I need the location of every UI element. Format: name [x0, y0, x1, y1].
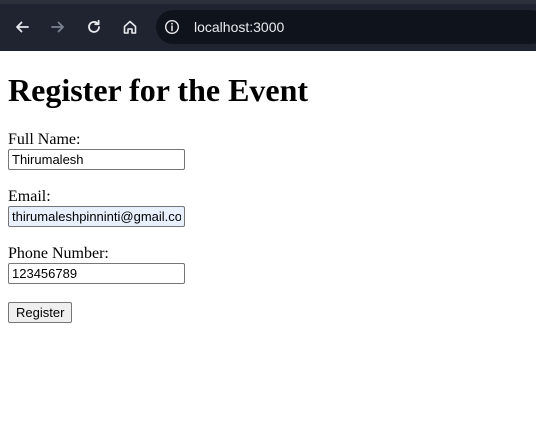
email-label: Email:	[8, 188, 51, 205]
forward-button[interactable]	[45, 14, 71, 40]
email-input[interactable]	[8, 206, 185, 227]
page-title: Register for the Event	[8, 72, 309, 108]
phone-label: Phone Number:	[8, 245, 109, 262]
arrow-right-icon	[51, 21, 64, 33]
phone-input[interactable]	[8, 263, 185, 284]
reload-button[interactable]	[81, 14, 107, 40]
browser-toolbar: localhost:3000	[0, 0, 536, 51]
home-button[interactable]	[117, 14, 143, 40]
full-name-label: Full Name:	[8, 131, 81, 148]
url-text[interactable]: localhost:3000	[194, 18, 284, 36]
home-icon	[123, 20, 137, 34]
reload-icon	[88, 19, 100, 33]
page-content: Register for the Event Full Name: Email:…	[0, 51, 536, 448]
register-button[interactable]: Register	[8, 302, 73, 323]
full-name-input[interactable]	[8, 149, 185, 170]
address-bar[interactable]: localhost:3000	[156, 10, 536, 44]
info-icon[interactable]	[164, 19, 180, 35]
arrow-left-icon	[16, 21, 29, 33]
back-button[interactable]	[9, 14, 35, 40]
